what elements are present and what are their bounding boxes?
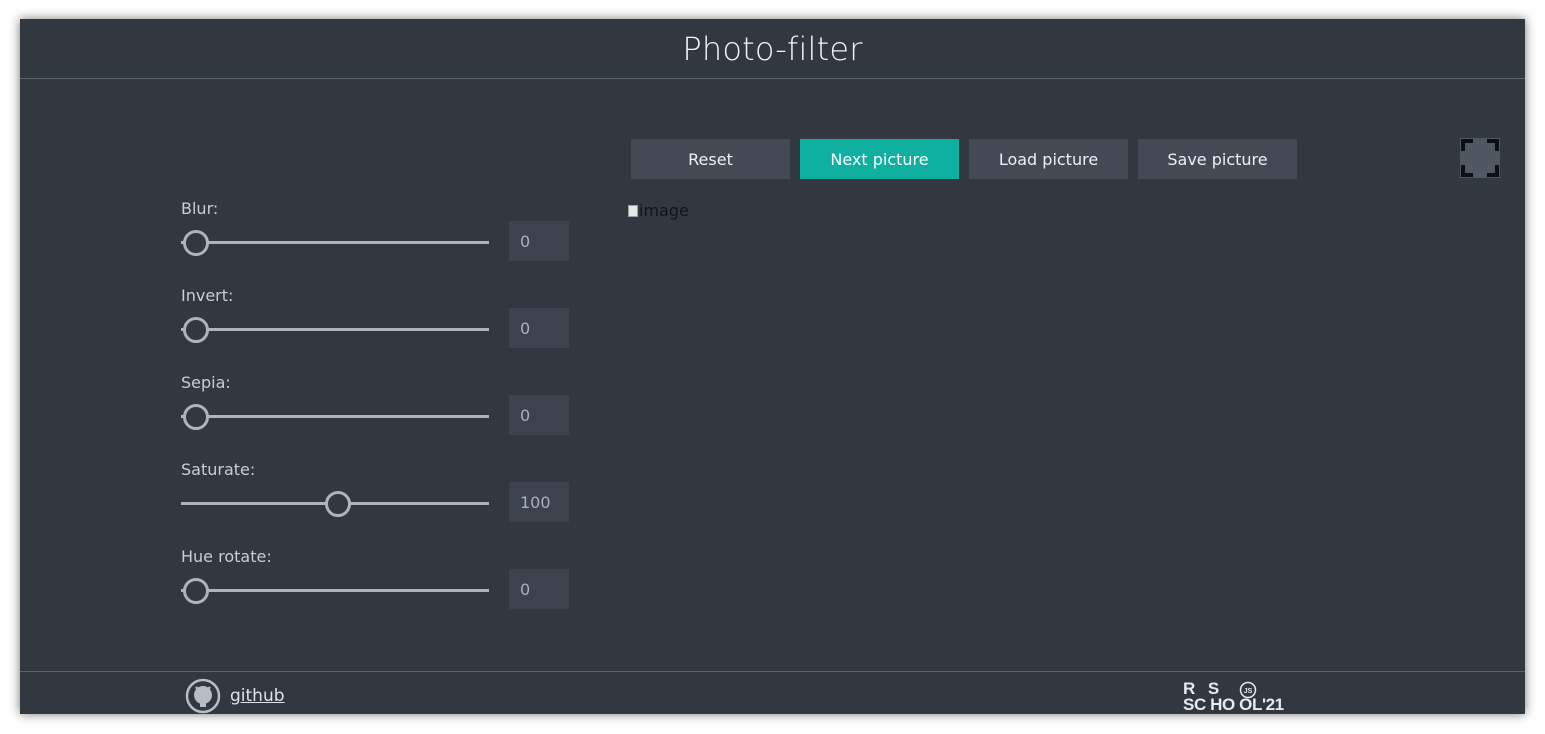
- github-link[interactable]: github: [185, 678, 285, 714]
- slider-thumb[interactable]: [183, 230, 209, 256]
- logo-line-2: SC HO OL'21: [1183, 695, 1284, 714]
- image-preview: image: [628, 201, 689, 220]
- filter-hue-rotate: Hue rotate: 0: [181, 547, 601, 634]
- filter-saturate: Saturate: 100: [181, 460, 601, 547]
- app-window: Photo-filter Blur: 0 Invert: 0 Sepia: 0 …: [20, 19, 1525, 714]
- reset-button[interactable]: Reset: [631, 139, 790, 179]
- slider-thumb[interactable]: [183, 404, 209, 430]
- github-icon: [185, 678, 221, 714]
- slider-track: [181, 328, 489, 331]
- filter-label: Blur:: [181, 199, 219, 218]
- saturate-slider[interactable]: [181, 483, 489, 523]
- filter-sepia: Sepia: 0: [181, 373, 601, 460]
- filter-label: Invert:: [181, 286, 234, 305]
- slider-track: [181, 415, 489, 418]
- sepia-value-output: 0: [509, 395, 569, 435]
- filter-label: Saturate:: [181, 460, 256, 479]
- slider-track: [181, 589, 489, 592]
- invert-value-output: 0: [509, 308, 569, 348]
- slider-thumb[interactable]: [183, 317, 209, 343]
- footer: github R S JS SC HO OL'21: [20, 671, 1525, 715]
- save-picture-button[interactable]: Save picture: [1138, 139, 1297, 179]
- page-title: Photo-filter: [682, 30, 863, 68]
- filter-label: Hue rotate:: [181, 547, 272, 566]
- broken-image-icon: [628, 204, 638, 217]
- blur-slider[interactable]: [181, 222, 489, 262]
- filter-label: Sepia:: [181, 373, 231, 392]
- slider-thumb[interactable]: [325, 491, 351, 517]
- next-picture-button[interactable]: Next picture: [800, 139, 959, 179]
- saturate-value-output: 100: [509, 482, 569, 522]
- fullscreen-icon: [1461, 139, 1499, 177]
- filter-invert: Invert: 0: [181, 286, 601, 373]
- filters-panel: Blur: 0 Invert: 0 Sepia: 0 Saturate: 100…: [181, 199, 601, 634]
- header: Photo-filter: [20, 19, 1525, 79]
- invert-slider[interactable]: [181, 309, 489, 349]
- toolbar: Reset Next picture Load picture Save pic…: [631, 139, 1307, 179]
- logo-badge-text: JS: [1244, 688, 1253, 695]
- hue-rotate-value-output: 0: [509, 569, 569, 609]
- slider-thumb[interactable]: [183, 578, 209, 604]
- github-link-text[interactable]: github: [230, 686, 285, 706]
- slider-track: [181, 241, 489, 244]
- fullscreen-button[interactable]: [1460, 138, 1500, 178]
- blur-value-output: 0: [509, 221, 569, 261]
- sepia-slider[interactable]: [181, 396, 489, 436]
- filter-blur: Blur: 0: [181, 199, 601, 286]
- image-alt-text: image: [639, 201, 689, 220]
- rs-school-logo[interactable]: R S JS SC HO OL'21: [1183, 680, 1298, 714]
- load-picture-button[interactable]: Load picture: [969, 139, 1128, 179]
- hue-rotate-slider[interactable]: [181, 570, 489, 610]
